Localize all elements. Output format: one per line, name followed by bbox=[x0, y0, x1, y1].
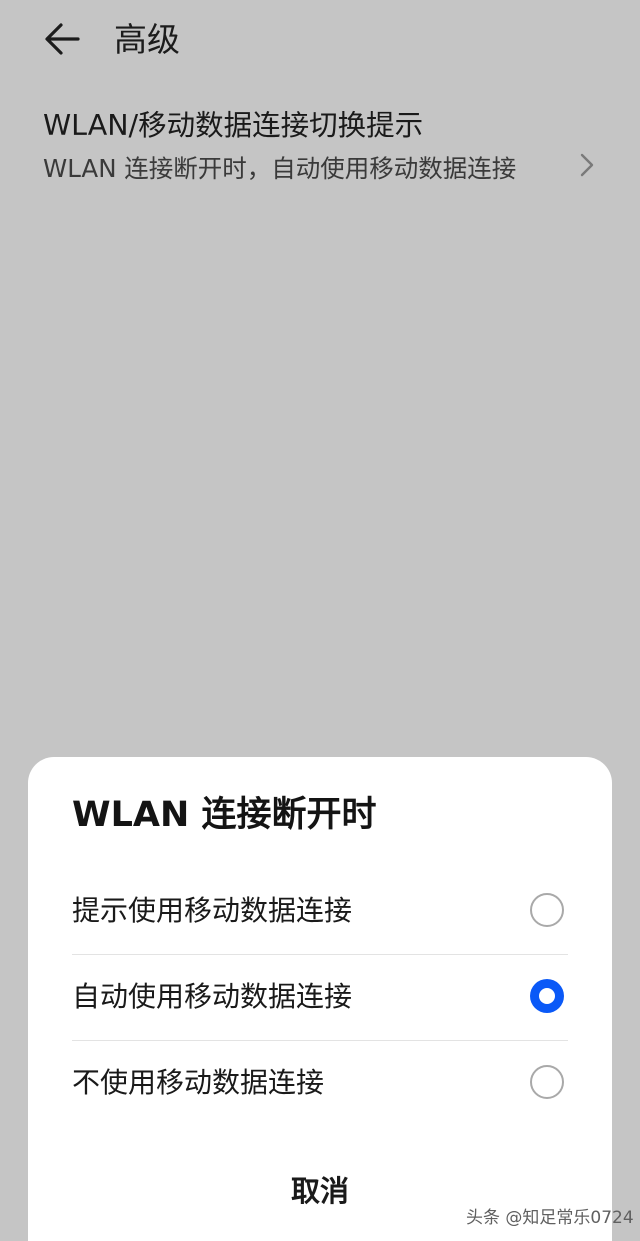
setting-row-wlan-mobile-switch[interactable]: WLAN/移动数据连接切换提示 WLAN 连接断开时，自动使用移动数据连接 bbox=[0, 100, 640, 230]
dialog-title: WLAN 连接断开时 bbox=[72, 795, 377, 835]
bottom-sheet-dialog: WLAN 连接断开时 提示使用移动数据连接 自动使用移动数据连接 不使用移动数据… bbox=[28, 757, 612, 1241]
option-auto-mobile-data[interactable]: 自动使用移动数据连接 bbox=[28, 955, 612, 1041]
radio-option-list: 提示使用移动数据连接 自动使用移动数据连接 不使用移动数据连接 bbox=[28, 869, 612, 1127]
back-button[interactable] bbox=[38, 14, 88, 64]
cancel-button[interactable]: 取消 bbox=[220, 1159, 420, 1223]
chevron-right-icon bbox=[580, 153, 594, 177]
arrow-left-icon bbox=[45, 23, 80, 55]
setting-title: WLAN/移动数据连接切换提示 bbox=[43, 109, 424, 142]
option-label: 自动使用移动数据连接 bbox=[72, 980, 353, 1013]
page-title: 高级 bbox=[114, 20, 180, 59]
option-no-mobile-data[interactable]: 不使用移动数据连接 bbox=[28, 1041, 612, 1127]
app-bar: 高级 bbox=[0, 0, 640, 80]
radio-button-unchecked[interactable] bbox=[530, 893, 564, 927]
radio-button-checked[interactable] bbox=[530, 979, 564, 1013]
watermark: 头条 @知足常乐0724 bbox=[466, 1208, 634, 1228]
option-label: 提示使用移动数据连接 bbox=[72, 894, 353, 927]
option-prompt-mobile-data[interactable]: 提示使用移动数据连接 bbox=[28, 869, 612, 955]
setting-description: WLAN 连接断开时，自动使用移动数据连接 bbox=[43, 154, 517, 183]
radio-button-unchecked[interactable] bbox=[530, 1065, 564, 1099]
option-label: 不使用移动数据连接 bbox=[72, 1066, 325, 1099]
